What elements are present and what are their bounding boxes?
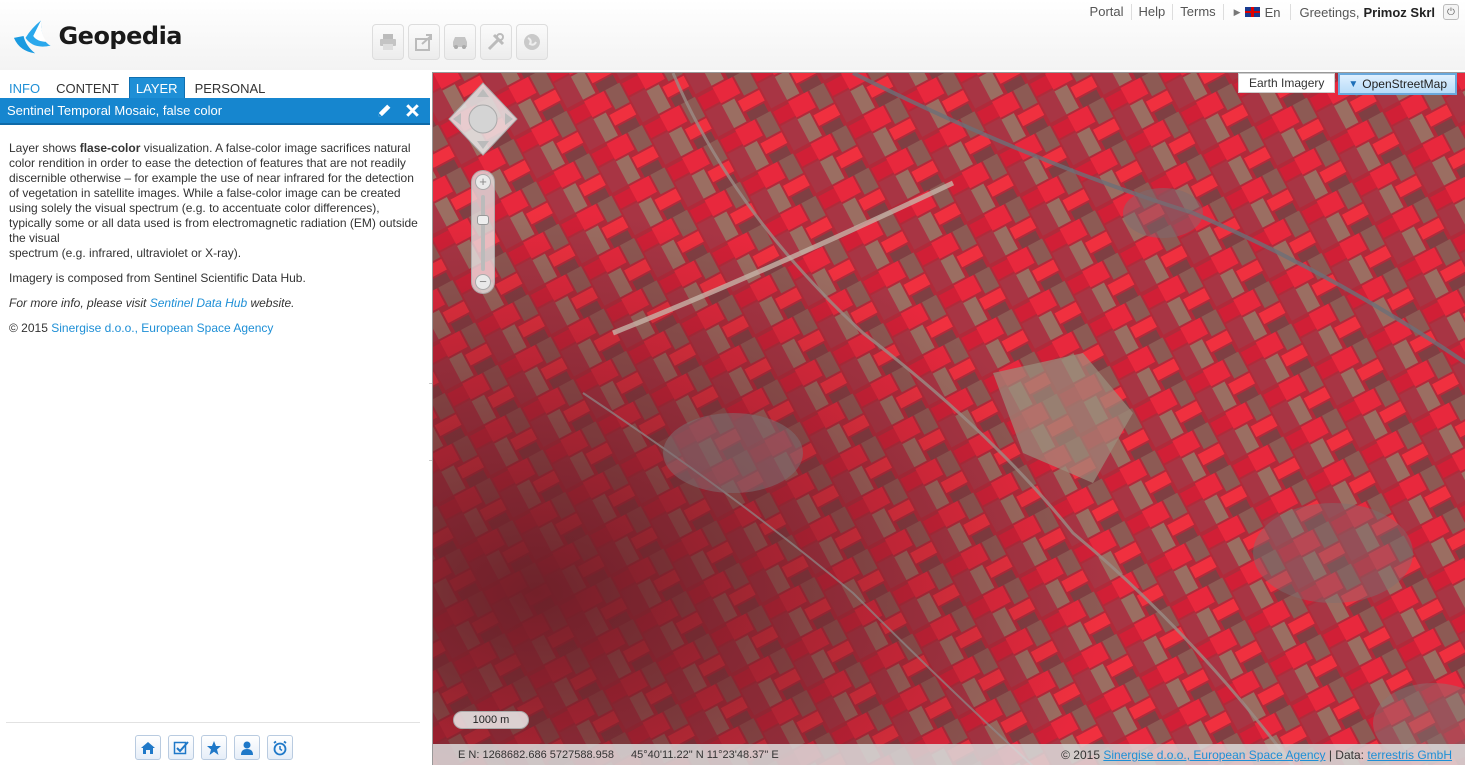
chevron-down-icon: ▼	[1348, 78, 1359, 90]
copyright-link[interactable]: Sinergise d.o.o., European Space Agency	[51, 321, 273, 335]
tab-info[interactable]: INFO	[3, 78, 46, 98]
zoom-track[interactable]	[481, 195, 485, 271]
triangle-right-icon: ▶	[1233, 6, 1241, 17]
print-icon	[380, 34, 396, 50]
alarm-button[interactable]	[267, 735, 293, 760]
uk-flag-icon	[1244, 7, 1260, 17]
tab-content[interactable]: CONTENT	[50, 78, 125, 98]
close-layer-button[interactable]	[402, 101, 422, 121]
tools-icon	[487, 33, 505, 51]
top-links: Portal Help Terms ▶ En Greetings, Primoz…	[1083, 0, 1465, 24]
coords-latlon: 45°40'11.22" N 11°23'48.37" E	[631, 749, 779, 761]
user-greeting: Greetings, Primoz Skrl	[1291, 5, 1439, 20]
openstreetmap-label: OpenStreetMap	[1362, 77, 1447, 91]
satellite-imagery	[433, 73, 1465, 765]
bottom-toolbar	[135, 735, 300, 760]
tab-layer[interactable]: LAYER	[128, 77, 185, 98]
logout-button[interactable]: ⏻	[1443, 4, 1459, 20]
layer-title-bar: Sentinel Temporal Mosaic, false color	[0, 98, 430, 125]
terms-link[interactable]: Terms	[1173, 4, 1224, 20]
globe-button[interactable]	[516, 24, 548, 60]
divider	[6, 722, 420, 723]
zoom-out-button[interactable]: −	[475, 274, 491, 290]
copyright-prefix: © 2015	[9, 321, 52, 335]
description-paragraph: Layer shows flase-color visualization. A…	[9, 141, 421, 261]
share-button[interactable]	[408, 24, 440, 60]
scale-bar: 1000 m	[453, 711, 529, 729]
credit-mid: | Data:	[1325, 748, 1368, 762]
coordinates-readout: E N: 1268682.686 5727588.958 45°40'11.22…	[458, 749, 1061, 761]
earth-imagery-button[interactable]: Earth Imagery	[1238, 73, 1336, 93]
app-name: Geopedia	[58, 22, 182, 50]
help-link[interactable]: Help	[1132, 4, 1174, 20]
panel-tabs: INFO CONTENT LAYER PERSONAL	[0, 75, 275, 98]
favorites-button[interactable]	[201, 735, 227, 760]
pencil-icon	[378, 104, 391, 117]
openstreetmap-button[interactable]: ▼ OpenStreetMap	[1338, 73, 1457, 95]
basemap-switcher: Earth Imagery ▼ OpenStreetMap	[1238, 73, 1457, 95]
desc-text-tail: spectrum (e.g. infrared, ultraviolet or …	[9, 246, 242, 260]
desc-bold: flase-color	[79, 141, 141, 155]
portal-link[interactable]: Portal	[1083, 4, 1132, 20]
power-icon: ⏻	[1447, 6, 1455, 18]
pan-control[interactable]	[445, 81, 521, 157]
language-label: En	[1264, 4, 1281, 20]
more-info-suffix: website.	[247, 296, 295, 310]
print-button[interactable]	[372, 24, 404, 60]
sentinel-data-hub-link[interactable]: Sentinel Data Hub	[150, 296, 247, 310]
map-view[interactable]: + − Earth Imagery ▼ OpenStreetMap 1000 m …	[432, 72, 1465, 765]
zoom-slider-handle[interactable]	[477, 215, 489, 225]
layer-title: Sentinel Temporal Mosaic, false color	[7, 103, 223, 118]
map-status-bar: E N: 1268682.686 5727588.958 45°40'11.22…	[433, 744, 1465, 765]
desc-text: Layer shows	[9, 141, 80, 155]
language-selector[interactable]: ▶ En	[1224, 4, 1292, 20]
desc-text-rest: visualization. A false-color image sacri…	[9, 141, 418, 245]
close-icon	[405, 104, 419, 117]
map-credits: © 2015 Sinergise d.o.o., European Space …	[1061, 748, 1452, 762]
credit-link-sinergise[interactable]: Sinergise d.o.o., European Space Agency	[1103, 748, 1325, 762]
logo[interactable]: Geopedia	[12, 14, 182, 58]
layer-description: Layer shows flase-color visualization. A…	[9, 141, 421, 346]
geopedia-logo-icon	[13, 20, 51, 54]
home-icon	[141, 741, 155, 754]
header: Geopedia Portal Help Terms ▶ En Greeting…	[0, 0, 1465, 70]
tab-personal[interactable]: PERSONAL	[189, 78, 272, 98]
alarm-clock-icon	[273, 740, 287, 755]
user-name[interactable]: Primoz Skrl	[1363, 5, 1435, 20]
edit-layer-button[interactable]	[374, 101, 394, 121]
globe-icon	[524, 34, 540, 50]
checklist-button[interactable]	[168, 735, 194, 760]
zoom-control: + −	[471, 170, 495, 294]
checklist-icon	[173, 740, 189, 754]
more-info-prefix: For more info, please visit	[9, 296, 150, 310]
user-icon	[241, 741, 253, 755]
more-info: For more info, please visit Sentinel Dat…	[9, 296, 421, 311]
home-button[interactable]	[135, 735, 161, 760]
copyright: © 2015 Sinergise d.o.o., European Space …	[9, 321, 421, 336]
credit-prefix: © 2015	[1061, 748, 1104, 762]
tools-button[interactable]	[480, 24, 512, 60]
star-icon	[207, 740, 221, 755]
imagery-source: Imagery is composed from Sentinel Scient…	[9, 271, 306, 285]
share-icon	[415, 34, 432, 51]
coords-en: E N: 1268682.686 5727588.958	[458, 749, 614, 761]
car-icon	[453, 37, 467, 49]
user-button[interactable]	[234, 735, 260, 760]
zoom-in-button[interactable]: +	[475, 174, 491, 190]
greeting-text: Greetings,	[1299, 4, 1360, 20]
credit-link-terrestris[interactable]: terrestris GmbH	[1367, 748, 1452, 762]
route-button[interactable]	[444, 24, 476, 60]
